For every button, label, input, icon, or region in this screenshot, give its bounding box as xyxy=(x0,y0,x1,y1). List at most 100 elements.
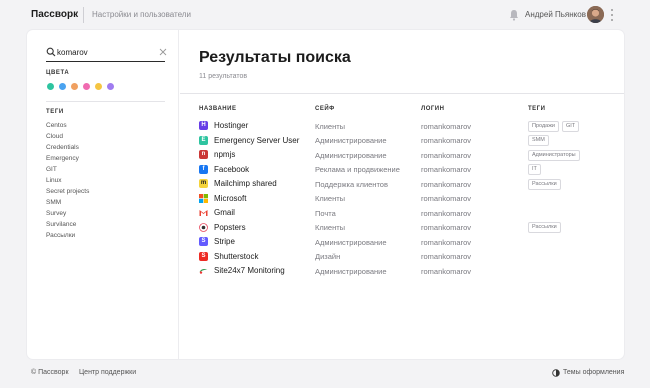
facebook-icon: f xyxy=(199,164,208,174)
row-name[interactable]: Hostinger xyxy=(214,121,248,130)
top-bar: Пассворк Настройки и пользователи Андрей… xyxy=(0,0,650,30)
footer: © Пассворк Центр поддержки Темы оформлен… xyxy=(0,366,650,382)
row-name[interactable]: Mailchimp shared xyxy=(214,179,277,188)
row-tags: IT xyxy=(528,164,541,175)
column-header-name[interactable]: НАЗВАНИЕ xyxy=(199,106,236,112)
emergency-icon: E xyxy=(199,135,208,145)
tag-list: Centos Cloud Credentials Emergency GIT Linux S… xyxy=(46,120,89,241)
sidebar-tag-item[interactable]: Centos xyxy=(46,120,89,131)
close-icon[interactable] xyxy=(159,48,167,56)
row-tags: SMM xyxy=(528,135,549,146)
sidebar-tag-item[interactable]: Linux xyxy=(46,175,89,186)
support-link[interactable]: Центр поддержки xyxy=(79,369,136,376)
breadcrumb[interactable]: Настройки и пользователи xyxy=(92,10,191,19)
row-name[interactable]: Emergency Server User xyxy=(214,136,299,145)
sidebar-tag-item[interactable]: Survilance xyxy=(46,219,89,230)
sidebar-tag-item[interactable]: Emergency xyxy=(46,153,89,164)
row-safe[interactable]: Реклама и продвижение xyxy=(315,165,400,174)
color-dot[interactable] xyxy=(107,83,114,90)
row-safe[interactable]: Клиенты xyxy=(315,223,345,232)
table-row[interactable]: Microsoft Клиенты romankomarov xyxy=(180,192,624,207)
table-row[interactable]: S Stripe Администрирование romankomarov xyxy=(180,235,624,250)
stripe-icon: S xyxy=(199,237,208,246)
tag-chip[interactable]: Администраторы xyxy=(528,149,580,161)
row-login: romankomarov xyxy=(421,252,472,261)
page-title: Результаты поиска xyxy=(199,49,351,66)
row-login: romankomarov xyxy=(421,223,472,232)
row-name[interactable]: Gmail xyxy=(214,208,235,217)
row-name[interactable]: Site24x7 Monitoring xyxy=(214,266,285,275)
theme-link[interactable]: Темы оформления xyxy=(563,369,624,376)
search-input[interactable] xyxy=(57,46,157,58)
sidebar-tag-item[interactable]: Secret projects xyxy=(46,186,89,197)
hostinger-icon: H xyxy=(199,121,208,130)
microsoft-icon xyxy=(199,193,208,203)
table-row[interactable]: S Shutterstock Дизайн romankomarov xyxy=(180,250,624,265)
row-name[interactable]: npmjs xyxy=(214,150,235,159)
colors-heading: ЦВЕТА xyxy=(46,70,70,76)
table-row[interactable]: Popsters Клиенты romankomarov Рассылки xyxy=(180,221,624,236)
row-safe[interactable]: Клиенты xyxy=(315,194,345,203)
row-name[interactable]: Facebook xyxy=(214,165,249,174)
search-underline xyxy=(46,61,165,62)
table-row[interactable]: n npmjs Администрирование romankomarov Админ… xyxy=(180,148,624,163)
row-login: romankomarov xyxy=(421,208,472,218)
sidebar-tag-item[interactable]: Survey xyxy=(46,208,89,219)
row-safe[interactable]: Администрирование xyxy=(315,267,387,276)
results-divider xyxy=(180,93,624,94)
table-row[interactable]: m Mailchimp shared Поддержка клиентов roman… xyxy=(180,177,624,192)
table-row[interactable]: Gmail Почта romankomarov xyxy=(180,206,624,221)
sidebar-tag-item[interactable]: GIT xyxy=(46,164,89,175)
column-header-safe[interactable]: СЕЙФ xyxy=(315,106,335,112)
search-icon xyxy=(46,47,56,57)
row-safe[interactable]: Почта xyxy=(315,209,336,218)
color-filter xyxy=(47,83,114,90)
tag-chip[interactable]: Рассылки xyxy=(528,222,561,233)
tag-chip[interactable]: Продажи xyxy=(528,120,559,132)
user-name[interactable]: Андрей Пьянков xyxy=(525,10,586,19)
theme-icon[interactable] xyxy=(552,369,560,377)
search-results: Результаты поиска 11 результатов НАЗВАНИ… xyxy=(180,30,624,359)
row-login: romankomarov xyxy=(421,266,472,276)
row-safe[interactable]: Администрирование xyxy=(315,151,387,160)
site24x7-icon xyxy=(199,266,208,275)
color-dot[interactable] xyxy=(71,83,78,90)
row-name[interactable]: Stripe xyxy=(214,237,235,246)
row-safe[interactable]: Дизайн xyxy=(315,252,340,261)
color-dot[interactable] xyxy=(95,83,102,90)
column-header-login[interactable]: ЛОГИН xyxy=(421,106,444,112)
npm-icon: n xyxy=(199,150,208,159)
brand-logo[interactable]: Пассворк xyxy=(31,9,78,20)
row-name[interactable]: Popsters xyxy=(214,223,246,232)
row-name[interactable]: Microsoft xyxy=(214,194,246,203)
tag-chip[interactable]: GIT xyxy=(561,120,580,132)
row-safe[interactable]: Администрирование xyxy=(315,136,387,145)
table-row[interactable]: H Hostinger Клиенты romankomarov Продажи GIT xyxy=(180,119,624,134)
tags-heading: ТЕГИ xyxy=(46,109,64,115)
tag-chip[interactable]: Рассылки xyxy=(528,178,561,190)
sidebar-tag-item[interactable]: Cloud xyxy=(46,131,89,142)
color-dot[interactable] xyxy=(47,83,54,90)
table-row[interactable]: f Facebook Реклама и продвижение romankomar… xyxy=(180,163,624,178)
color-dot[interactable] xyxy=(59,83,66,90)
row-tags: Продажи GIT xyxy=(528,120,580,132)
gmail-icon xyxy=(199,208,208,217)
column-header-tags[interactable]: ТЕГИ xyxy=(528,106,545,112)
sidebar-tag-item[interactable]: Рассылки xyxy=(46,230,89,241)
table-row[interactable]: E Emergency Server User Администрирование r… xyxy=(180,134,624,149)
color-dot[interactable] xyxy=(83,83,90,90)
table-row[interactable]: Site24x7 Monitoring Администрирование roma… xyxy=(180,264,624,279)
row-safe[interactable]: Поддержка клиентов xyxy=(315,180,388,189)
row-tags: Администраторы xyxy=(528,149,580,161)
tag-chip[interactable]: SMM xyxy=(528,135,549,146)
avatar[interactable] xyxy=(587,6,604,23)
sidebar-tag-item[interactable]: Credentials xyxy=(46,142,89,153)
tag-chip[interactable]: IT xyxy=(528,164,541,175)
bell-icon[interactable] xyxy=(509,9,519,21)
row-safe[interactable]: Администрирование xyxy=(315,238,387,247)
row-name[interactable]: Shutterstock xyxy=(214,252,258,261)
row-safe[interactable]: Клиенты xyxy=(315,122,345,131)
more-menu-icon[interactable] xyxy=(610,8,614,22)
sidebar-tag-item[interactable]: SMM xyxy=(46,197,89,208)
row-login: romankomarov xyxy=(421,237,472,247)
